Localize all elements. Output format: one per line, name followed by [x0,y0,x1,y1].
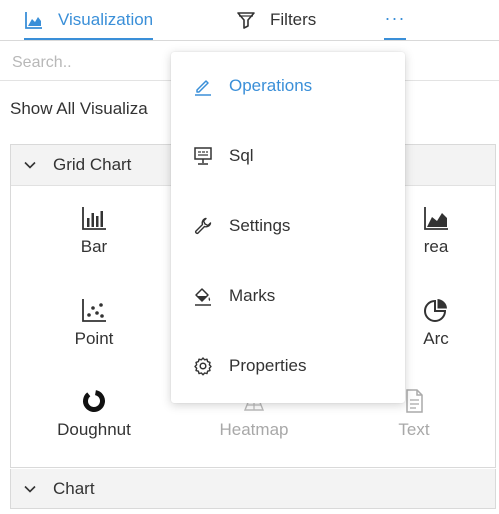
panel-title: Chart [53,478,95,498]
tab-bar: Visualization Filters ··· [0,0,499,41]
chart-type-label: Doughnut [57,420,131,439]
filter-icon [237,12,255,29]
chart-type-label: Heatmap [219,420,289,439]
more-tab-button[interactable]: ··· [384,0,406,40]
gear-icon [194,357,212,376]
active-tab-indicator [24,38,154,40]
panel-title: Grid Chart [53,155,132,174]
more-icon: ··· [384,8,406,28]
menu-item-sql[interactable]: Sql [171,136,405,176]
chart-type-label: Bar [80,237,108,256]
chevron-down-icon [24,485,36,493]
pie-chart-icon [424,299,447,322]
menu-item-label: Operations [229,76,313,95]
menu-item-label: Sql [229,146,254,165]
pencil-icon [195,80,211,96]
menu-item-label: Marks [229,286,276,305]
area-chart-icon [424,207,448,230]
paint-bucket-icon [195,288,211,306]
more-options-menu: Operations Sql Settings Marks Properties [171,52,405,403]
menu-item-label: Settings [229,216,291,235]
menu-item-marks[interactable]: Marks [171,276,405,316]
chart-type-point[interactable]: Point [34,297,154,349]
tab-visualization[interactable]: Visualization [24,0,154,40]
tab-filters[interactable]: Filters [236,0,316,40]
menu-item-properties[interactable]: Properties [171,346,405,386]
menu-item-operations[interactable]: Operations [171,66,405,106]
chart-type-doughnut[interactable]: Doughnut [34,388,154,440]
scatter-plot-icon [82,299,106,322]
chart-panel-header[interactable]: Chart [10,469,496,509]
bar-chart-icon [82,207,106,230]
tab-visualization-label: Visualization [58,10,154,29]
more-tab-indicator [384,38,406,40]
wrench-icon [194,217,212,235]
area-chart-icon [25,12,42,29]
doughnut-chart-icon [83,390,105,412]
chart-type-label: rea [423,237,449,256]
show-all-visualizations-toggle[interactable]: Show All Visualiza [10,99,148,119]
chart-type-arc[interactable]: Arc [396,297,476,349]
chart-type-bar[interactable]: Bar [34,205,154,257]
sql-monitor-icon [194,147,212,165]
menu-item-settings[interactable]: Settings [171,206,405,246]
chart-type-label: Point [74,329,114,348]
chart-type-label: Text [398,420,430,439]
chart-type-label: Arc [423,329,449,348]
chevron-down-icon [24,161,36,169]
chart-type-area[interactable]: rea [396,205,476,257]
tab-filters-label: Filters [270,10,317,29]
menu-item-label: Properties [229,356,307,375]
